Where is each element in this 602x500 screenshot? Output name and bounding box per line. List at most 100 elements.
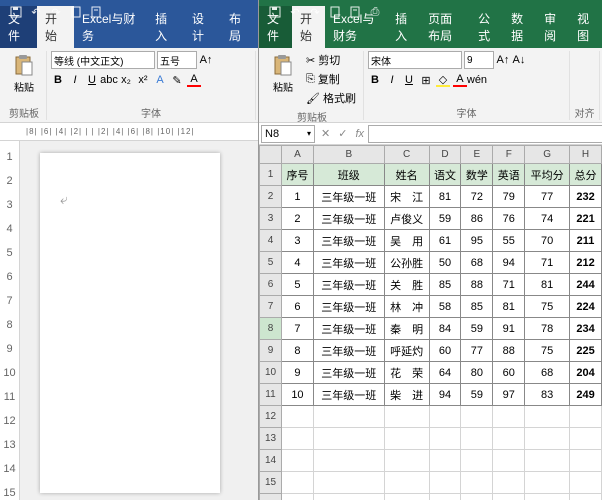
data-cell[interactable]: 三年级一班 xyxy=(313,230,384,252)
row-header[interactable]: 16 xyxy=(260,494,282,500)
col-header[interactable]: A xyxy=(282,146,314,164)
empty-cell[interactable] xyxy=(429,428,461,450)
data-cell[interactable]: 234 xyxy=(570,318,602,340)
data-cell[interactable]: 88 xyxy=(493,340,525,362)
data-cell[interactable]: 59 xyxy=(461,384,493,406)
data-cell[interactable]: 三年级一班 xyxy=(313,186,384,208)
cut-button[interactable]: ✂剪切 xyxy=(303,51,359,69)
empty-cell[interactable] xyxy=(493,494,525,500)
empty-cell[interactable] xyxy=(493,406,525,428)
data-cell[interactable]: 三年级一班 xyxy=(313,274,384,296)
data-cell[interactable]: 林 冲 xyxy=(384,296,429,318)
empty-cell[interactable] xyxy=(461,428,493,450)
empty-cell[interactable] xyxy=(461,406,493,428)
new-doc-icon[interactable] xyxy=(328,5,342,19)
border-icon[interactable]: ⊞ xyxy=(419,73,433,87)
font-name-select[interactable] xyxy=(368,51,462,69)
font-name-select[interactable] xyxy=(51,51,155,69)
col-header[interactable]: E xyxy=(461,146,493,164)
shrink-font-icon[interactable]: A↓ xyxy=(512,53,526,67)
row-header[interactable]: 10 xyxy=(260,362,282,384)
undo-icon[interactable]: ↶ xyxy=(288,5,302,19)
data-cell[interactable]: 64 xyxy=(429,362,461,384)
paste-button[interactable]: 粘贴 xyxy=(265,51,301,96)
empty-cell[interactable] xyxy=(461,494,493,500)
data-cell[interactable]: 三年级一班 xyxy=(313,340,384,362)
row-header[interactable]: 7 xyxy=(260,296,282,318)
grow-font-icon[interactable]: A↑ xyxy=(199,53,213,67)
data-cell[interactable]: 59 xyxy=(429,208,461,230)
fill-color-icon[interactable]: ◇ xyxy=(436,73,450,87)
empty-cell[interactable] xyxy=(493,450,525,472)
superscript-icon[interactable]: x² xyxy=(136,73,150,87)
empty-cell[interactable] xyxy=(282,472,314,494)
open-doc-icon[interactable] xyxy=(348,5,362,19)
data-cell[interactable]: 50 xyxy=(429,252,461,274)
data-cell[interactable]: 79 xyxy=(493,186,525,208)
data-cell[interactable]: 三年级一班 xyxy=(313,208,384,230)
data-cell[interactable]: 72 xyxy=(461,186,493,208)
empty-cell[interactable] xyxy=(429,406,461,428)
page-area[interactable]: ⤶ xyxy=(20,141,258,500)
col-header[interactable]: H xyxy=(570,146,602,164)
data-cell[interactable]: 6 xyxy=(282,296,314,318)
data-cell[interactable]: 3 xyxy=(282,230,314,252)
data-cell[interactable]: 公孙胜 xyxy=(384,252,429,274)
empty-cell[interactable] xyxy=(282,494,314,500)
data-cell[interactable]: 三年级一班 xyxy=(313,384,384,406)
data-cell[interactable]: 76 xyxy=(493,208,525,230)
paste-button[interactable]: 粘贴 xyxy=(6,51,42,96)
col-header[interactable]: C xyxy=(384,146,429,164)
data-cell[interactable]: 249 xyxy=(570,384,602,406)
header-cell[interactable]: 序号 xyxy=(282,164,314,186)
row-header[interactable]: 1 xyxy=(260,164,282,186)
tab-formula[interactable]: 公式 xyxy=(470,6,503,48)
data-cell[interactable]: 81 xyxy=(525,274,570,296)
data-cell[interactable]: 5 xyxy=(282,274,314,296)
data-cell[interactable]: 71 xyxy=(493,274,525,296)
row-header[interactable]: 13 xyxy=(260,428,282,450)
new-doc-icon[interactable] xyxy=(69,5,83,19)
highlight-icon[interactable]: ✎ xyxy=(170,73,184,87)
data-cell[interactable]: 77 xyxy=(461,340,493,362)
empty-cell[interactable] xyxy=(570,472,602,494)
data-cell[interactable]: 77 xyxy=(525,186,570,208)
data-cell[interactable]: 71 xyxy=(525,252,570,274)
data-cell[interactable]: 10 xyxy=(282,384,314,406)
data-cell[interactable]: 59 xyxy=(461,318,493,340)
underline-icon[interactable]: U xyxy=(85,73,99,87)
empty-cell[interactable] xyxy=(313,428,384,450)
font-color-icon[interactable]: A xyxy=(453,73,467,87)
font-size-select[interactable] xyxy=(464,51,494,69)
row-header[interactable]: 6 xyxy=(260,274,282,296)
empty-cell[interactable] xyxy=(429,494,461,500)
strike-icon[interactable]: abc xyxy=(102,73,116,87)
data-cell[interactable]: 221 xyxy=(570,208,602,230)
name-box[interactable]: N8▾ xyxy=(261,125,315,143)
data-cell[interactable]: 83 xyxy=(525,384,570,406)
row-header[interactable]: 9 xyxy=(260,340,282,362)
empty-cell[interactable] xyxy=(313,450,384,472)
row-header[interactable]: 11 xyxy=(260,384,282,406)
data-cell[interactable]: 78 xyxy=(525,318,570,340)
quick-print-icon[interactable]: ⎙ xyxy=(368,5,382,19)
data-cell[interactable]: 94 xyxy=(493,252,525,274)
tab-data[interactable]: 数据 xyxy=(503,6,536,48)
data-cell[interactable]: 225 xyxy=(570,340,602,362)
cancel-icon[interactable]: ✕ xyxy=(317,127,334,140)
empty-cell[interactable] xyxy=(313,494,384,500)
save-icon[interactable] xyxy=(9,5,23,19)
data-cell[interactable]: 97 xyxy=(493,384,525,406)
empty-cell[interactable] xyxy=(429,450,461,472)
tab-page-layout[interactable]: 页面布局 xyxy=(420,6,470,48)
data-cell[interactable]: 三年级一班 xyxy=(313,252,384,274)
empty-cell[interactable] xyxy=(384,494,429,500)
font-color-icon[interactable]: A xyxy=(187,73,201,87)
empty-cell[interactable] xyxy=(461,450,493,472)
data-cell[interactable]: 88 xyxy=(461,274,493,296)
empty-cell[interactable] xyxy=(313,472,384,494)
data-cell[interactable]: 2 xyxy=(282,208,314,230)
empty-cell[interactable] xyxy=(313,406,384,428)
data-cell[interactable]: 吴 用 xyxy=(384,230,429,252)
italic-icon[interactable]: I xyxy=(68,73,82,87)
